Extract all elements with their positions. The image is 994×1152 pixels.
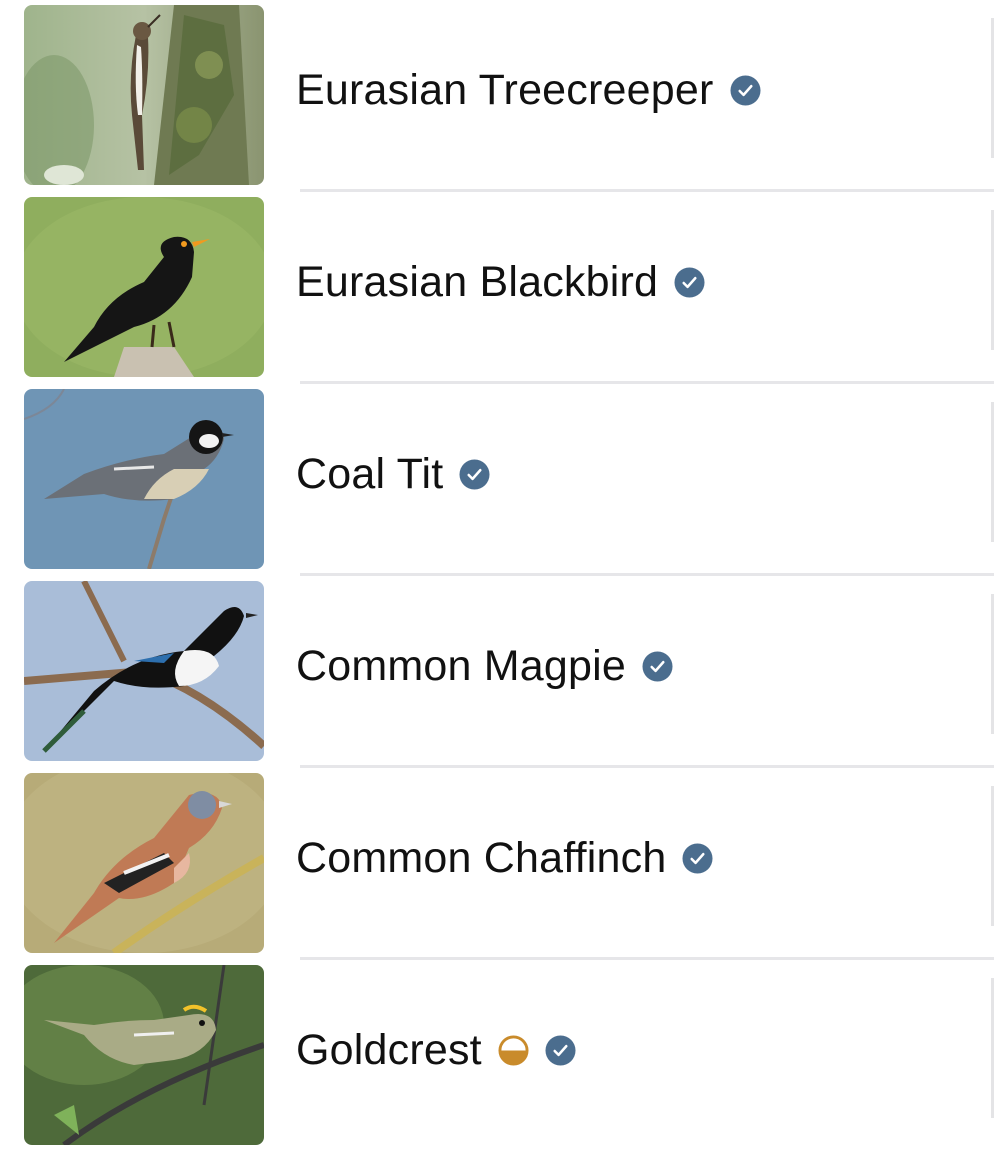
chaffinch-photo — [24, 773, 264, 953]
list-item-eurasian-treecreeper[interactable]: Eurasian Treecreeper — [0, 0, 994, 192]
verified-badge-icon — [459, 458, 490, 490]
verified-badge-icon — [682, 842, 713, 874]
goldcrest-photo — [24, 965, 264, 1145]
bird-label: Common Magpie — [296, 640, 673, 692]
list-item-coal-tit[interactable]: Coal Tit — [0, 384, 994, 576]
bird-label: Common Chaffinch — [296, 832, 713, 884]
bird-name: Common Chaffinch — [296, 833, 667, 882]
bird-list: Eurasian Treecreeper Eurasian Blackbird — [0, 0, 994, 1145]
bird-name: Eurasian Treecreeper — [296, 65, 714, 114]
bird-label: Goldcrest — [296, 1024, 576, 1076]
bird-label: Eurasian Treecreeper — [296, 64, 761, 116]
verified-badge-icon — [545, 1034, 576, 1066]
blackbird-photo — [24, 197, 264, 377]
bird-name: Eurasian Blackbird — [296, 257, 659, 306]
treecreeper-photo — [24, 5, 264, 185]
bird-label: Coal Tit — [296, 448, 490, 500]
bird-name: Coal Tit — [296, 449, 444, 498]
magpie-photo — [24, 581, 264, 761]
list-item-goldcrest[interactable]: Goldcrest — [0, 960, 994, 1152]
list-item-common-magpie[interactable]: Common Magpie — [0, 576, 994, 768]
bird-name: Common Magpie — [296, 641, 627, 690]
coal-tit-photo — [24, 389, 264, 569]
bird-label: Eurasian Blackbird — [296, 256, 705, 308]
bird-name: Goldcrest — [296, 1025, 482, 1074]
verified-badge-icon — [642, 650, 673, 682]
verified-badge-icon — [674, 266, 705, 298]
verified-badge-icon — [729, 74, 761, 106]
list-item-common-chaffinch[interactable]: Common Chaffinch — [0, 768, 994, 960]
list-item-eurasian-blackbird[interactable]: Eurasian Blackbird — [0, 192, 994, 384]
half-circle-icon — [498, 1034, 529, 1066]
